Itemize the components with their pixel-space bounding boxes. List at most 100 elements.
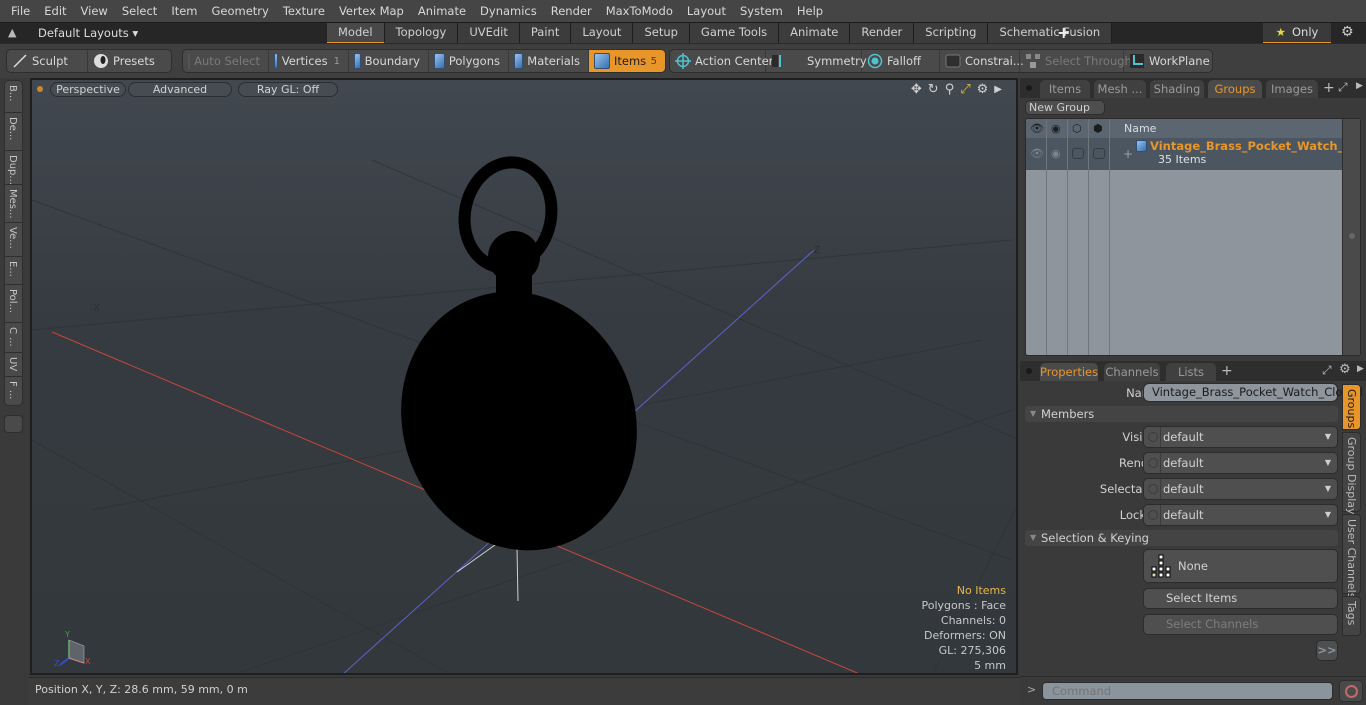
tab-paint[interactable]: Paint <box>519 23 572 44</box>
side-tab-user-channels[interactable]: User Channels <box>1342 514 1361 598</box>
menu-texture[interactable]: Texture <box>276 0 332 22</box>
viewport-menu-dot[interactable] <box>37 86 43 92</box>
strip-tab-de[interactable]: De... <box>4 112 23 150</box>
zoom-view-icon[interactable]: ⚲ <box>945 82 955 98</box>
add-layout-tab-button[interactable]: + <box>1057 23 1070 43</box>
lock-cube-icon[interactable]: ⬢ <box>1093 122 1103 135</box>
properties-settings-icon[interactable]: ⚙ <box>1339 362 1351 377</box>
polygons-button[interactable]: Polygons <box>429 50 509 72</box>
raygl-button[interactable]: Ray GL: Off <box>238 82 338 97</box>
render-dropdown[interactable]: default ▼ <box>1143 452 1338 474</box>
visibility-eye-icon[interactable]: 👁 <box>1030 122 1044 135</box>
strip-extra-button[interactable] <box>4 415 23 433</box>
tab-render[interactable]: Render <box>850 23 915 44</box>
tab-groups[interactable]: Groups <box>1208 80 1262 98</box>
more-button[interactable]: >> <box>1316 640 1338 661</box>
viewport-expand-icon[interactable]: ▶ <box>994 82 1002 98</box>
tab-channels[interactable]: Channels <box>1104 363 1160 381</box>
menu-file[interactable]: File <box>4 0 37 22</box>
properties-expand-icon[interactable]: ▶ <box>1357 364 1364 374</box>
row-lock-toggle[interactable] <box>1093 148 1105 159</box>
tab-properties[interactable]: Properties <box>1040 363 1098 381</box>
menu-geometry[interactable]: Geometry <box>205 0 276 22</box>
materials-button[interactable]: Materials <box>509 50 589 72</box>
strip-tab-f[interactable]: F ... <box>4 376 23 406</box>
tab-layout[interactable]: Layout <box>571 23 634 44</box>
tab-model[interactable]: Model <box>327 23 385 44</box>
tab-animate[interactable]: Animate <box>779 23 851 44</box>
locked-dropdown[interactable]: default ▼ <box>1143 504 1338 526</box>
keying-mode-button[interactable]: None <box>1143 549 1338 583</box>
shading-mode-button[interactable]: Advanced <box>128 82 232 97</box>
gear-icon[interactable]: ⚙ <box>1341 24 1354 40</box>
menu-item[interactable]: Item <box>164 0 204 22</box>
side-tab-group-display[interactable]: Group Display <box>1342 432 1361 515</box>
row-render-icon[interactable]: ◉ <box>1051 147 1061 160</box>
panel-expand-icon[interactable]: ▶ <box>1356 81 1363 91</box>
strip-tab-dup[interactable]: Dup... <box>4 150 23 185</box>
tab-lists[interactable]: Lists <box>1166 363 1216 381</box>
vertices-button[interactable]: Vertices 1 <box>269 50 349 72</box>
add-properties-tab-icon[interactable]: + <box>1221 363 1233 379</box>
falloff-button[interactable]: Falloff <box>862 50 940 72</box>
group-row[interactable]: 👁 ◉ + Vintage_Brass_Pocket_Watch_ ... 35… <box>1026 138 1360 170</box>
selectable-cube-icon[interactable]: ⬡ <box>1072 122 1082 135</box>
selectable-dropdown[interactable]: default ▼ <box>1143 478 1338 500</box>
menu-render[interactable]: Render <box>544 0 599 22</box>
strip-tab-mes[interactable]: Mes... <box>4 184 23 222</box>
strip-tab-b[interactable]: B... <box>4 80 23 112</box>
move-view-icon[interactable]: ✥ <box>911 82 922 98</box>
workplane-button[interactable]: WorkPlane <box>1124 50 1212 72</box>
row-selectable-toggle[interactable] <box>1072 148 1084 159</box>
rotate-view-icon[interactable]: ↻ <box>928 82 939 98</box>
maximize-panel-icon[interactable]: ⤢ <box>1338 80 1348 95</box>
tab-mesh[interactable]: Mesh ... <box>1094 80 1146 98</box>
collapse-up-icon[interactable]: ▲ <box>8 26 22 40</box>
maximize-view-icon[interactable]: ⤢ <box>960 82 970 98</box>
action-center-button[interactable]: Action Center <box>670 50 773 72</box>
strip-tab-c[interactable]: C ... <box>4 322 23 352</box>
selection-keying-section[interactable]: ▼ Selection & Keying <box>1025 530 1338 546</box>
maximize-properties-icon[interactable]: ⤢ <box>1322 363 1332 378</box>
row-visibility-icon[interactable]: 👁 <box>1030 147 1044 160</box>
expand-icon[interactable]: + <box>1123 147 1133 161</box>
visible-dropdown[interactable]: default ▼ <box>1143 426 1338 448</box>
presets-button[interactable]: Presets <box>88 50 171 72</box>
menu-system[interactable]: System <box>733 0 790 22</box>
menu-layout[interactable]: Layout <box>680 0 733 22</box>
strip-tab-ve[interactable]: Ve... <box>4 222 23 256</box>
tab-game-tools[interactable]: Game Tools <box>689 23 780 44</box>
only-toggle[interactable]: ★ Only <box>1263 23 1331 44</box>
menu-maxtomodo[interactable]: MaxToModo <box>599 0 680 22</box>
tab-schematic-fusion[interactable]: Schematic Fusion <box>988 23 1113 44</box>
members-section[interactable]: ▼ Members <box>1025 406 1338 422</box>
menu-animate[interactable]: Animate <box>411 0 473 22</box>
viewport-settings-icon[interactable]: ⚙ <box>977 82 989 98</box>
new-group-button[interactable]: New Group <box>1025 100 1105 115</box>
render-camera-icon[interactable]: ◉ <box>1051 122 1061 135</box>
tab-scripting[interactable]: Scripting <box>914 23 989 44</box>
constraints-button[interactable]: Constrai... <box>940 50 1024 72</box>
layout-select[interactable]: Default Layouts ▾ <box>38 23 138 43</box>
menu-edit[interactable]: Edit <box>37 0 73 22</box>
select-through-button[interactable]: Select Through <box>1020 50 1132 72</box>
boundary-button[interactable]: Boundary <box>349 50 429 72</box>
items-button[interactable]: Items 5 <box>589 50 665 72</box>
select-items-button[interactable]: Select Items <box>1143 588 1338 609</box>
tab-uvedit[interactable]: UVEdit <box>458 23 520 44</box>
select-channels-button[interactable]: Select Channels <box>1143 614 1338 635</box>
sculpt-button[interactable]: Sculpt <box>7 50 89 72</box>
strip-tab-e[interactable]: E... <box>4 256 23 284</box>
menu-help[interactable]: Help <box>790 0 830 22</box>
group-list-scrollbar[interactable] <box>1342 119 1360 355</box>
record-macro-button[interactable] <box>1339 680 1363 702</box>
panel-menu-dot[interactable] <box>1026 85 1032 91</box>
view-mode-button[interactable]: Perspective <box>50 82 126 97</box>
side-tab-tags[interactable]: Tags <box>1342 596 1361 636</box>
tab-setup[interactable]: Setup <box>633 23 690 44</box>
menu-dynamics[interactable]: Dynamics <box>473 0 544 22</box>
tab-topology[interactable]: Topology <box>384 23 459 44</box>
side-tab-groups[interactable]: Groups <box>1342 384 1361 430</box>
properties-menu-dot[interactable] <box>1026 368 1032 374</box>
auto-select-button[interactable]: Auto Select <box>183 50 269 72</box>
